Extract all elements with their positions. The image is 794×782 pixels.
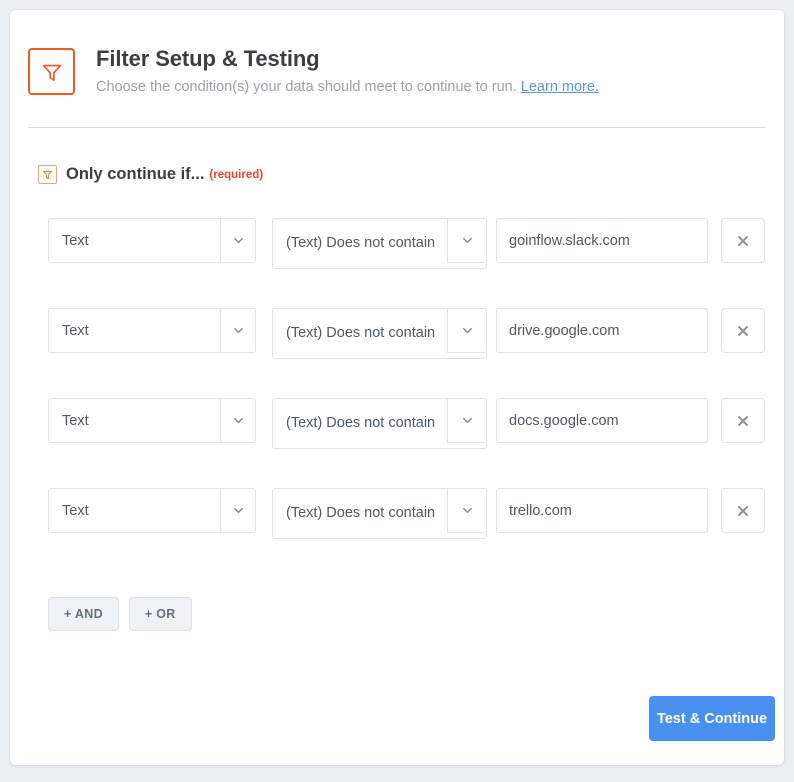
remove-filter-button-1[interactable] [721,308,765,353]
table-row: Text (Text) Does not contain [48,398,768,488]
funnel-icon-small [38,165,57,184]
close-icon [738,235,748,246]
remove-filter-button-0[interactable] [721,218,765,263]
table-row: Text (Text) Does not contain [48,218,768,308]
header-text-block: Filter Setup & Testing Choose the condit… [96,46,599,97]
chevron-down-icon[interactable] [447,488,487,533]
learn-more-link[interactable]: Learn more. [521,79,599,95]
page-subtitle: Choose the condition(s) your data should… [96,77,599,97]
section-label: Only continue if... [66,165,205,183]
field-select-3[interactable]: Text [48,488,221,533]
table-row: Text (Text) Does not contain [48,488,768,578]
close-icon [738,325,748,336]
value-input-1[interactable] [496,308,708,353]
chevron-down-icon[interactable] [221,488,256,533]
filter-setup-card: Filter Setup & Testing Choose the condit… [10,10,784,765]
page-subtitle-text: Choose the condition(s) your data should… [96,79,517,95]
remove-filter-button-2[interactable] [721,398,765,443]
add-and-button[interactable]: + AND [48,597,119,631]
page-title: Filter Setup & Testing [96,46,320,71]
chevron-down-icon[interactable] [221,218,256,263]
field-select-2[interactable]: Text [48,398,221,443]
add-or-button[interactable]: + OR [128,597,192,631]
logic-button-group: + AND + OR [48,597,192,631]
chevron-down-icon[interactable] [447,398,487,443]
header-divider [28,127,765,128]
close-icon [738,415,748,426]
field-select-1[interactable]: Text [48,308,221,353]
chevron-down-icon[interactable] [221,308,256,353]
field-select-0[interactable]: Text [48,218,221,263]
remove-filter-button-3[interactable] [721,488,765,533]
close-icon [738,505,748,516]
value-input-3[interactable] [496,488,708,533]
funnel-icon [28,48,75,95]
filter-rows-list: Text (Text) Does not contain Text [48,218,768,578]
value-input-0[interactable] [496,218,708,263]
chevron-down-icon[interactable] [447,308,487,353]
required-badge: (required) [209,168,264,181]
chevron-down-icon[interactable] [447,218,487,263]
value-input-2[interactable] [496,398,708,443]
only-continue-if-section-header: Only continue if... (required) [38,165,263,184]
chevron-down-icon[interactable] [221,398,256,443]
card-header: Filter Setup & Testing Choose the condit… [10,10,784,97]
table-row: Text (Text) Does not contain [48,308,768,398]
test-and-continue-button[interactable]: Test & Continue [649,696,775,741]
